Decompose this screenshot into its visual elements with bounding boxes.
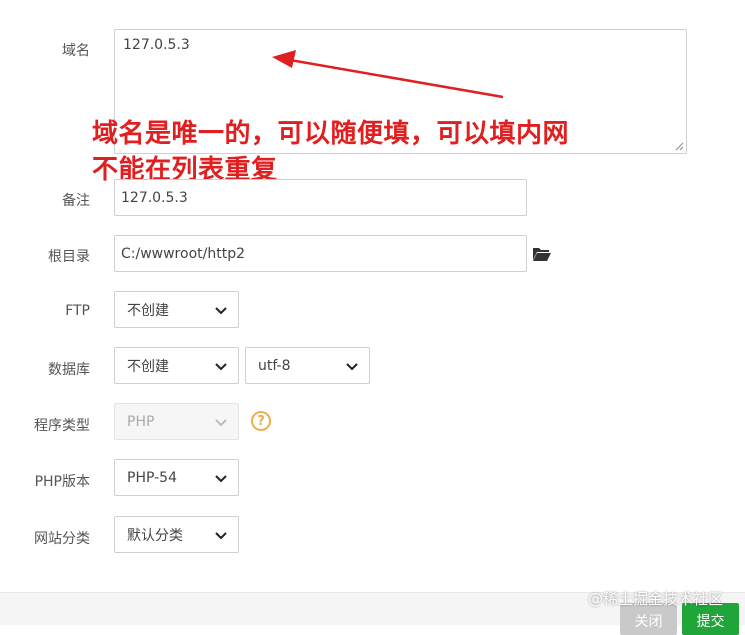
program-type-label: 程序类型 (34, 418, 90, 434)
database-select-value: 不创建 (127, 358, 169, 375)
php-version-label: PHP版本 (34, 474, 90, 490)
php-version-select[interactable]: PHP-54 (114, 459, 239, 496)
root-dir-label: 根目录 (48, 249, 90, 265)
remark-label: 备注 (62, 193, 90, 209)
ftp-select[interactable]: 不创建 (114, 291, 239, 328)
chevron-down-icon (346, 362, 358, 370)
chevron-down-icon (215, 306, 227, 314)
ftp-label: FTP (65, 303, 90, 319)
program-type-select-value: PHP (127, 413, 155, 430)
database-select[interactable]: 不创建 (114, 347, 239, 384)
charset-select-value: utf-8 (258, 357, 291, 374)
folder-open-icon[interactable] (532, 246, 552, 262)
chevron-down-icon (215, 418, 227, 426)
site-category-label: 网站分类 (34, 531, 90, 547)
php-version-select-value: PHP-54 (127, 469, 177, 486)
charset-select[interactable]: utf-8 (245, 347, 370, 384)
remark-input[interactable] (114, 179, 527, 216)
chevron-down-icon (215, 474, 227, 482)
ftp-select-value: 不创建 (127, 302, 169, 319)
annotation-line-1: 域名是唯一的，可以随便填，可以填内网 (92, 119, 570, 149)
question-circle-icon[interactable]: ? (251, 411, 271, 431)
watermark: @稀土掘金技术社区 (588, 590, 724, 608)
site-category-select-value: 默认分类 (127, 527, 183, 544)
chevron-down-icon (215, 531, 227, 539)
site-category-select[interactable]: 默认分类 (114, 516, 239, 553)
domain-label: 域名 (62, 43, 90, 59)
program-type-select: PHP (114, 403, 239, 440)
resize-grip-icon[interactable] (674, 141, 684, 151)
root-dir-input[interactable] (114, 235, 527, 272)
chevron-down-icon (215, 362, 227, 370)
database-label: 数据库 (48, 362, 90, 378)
